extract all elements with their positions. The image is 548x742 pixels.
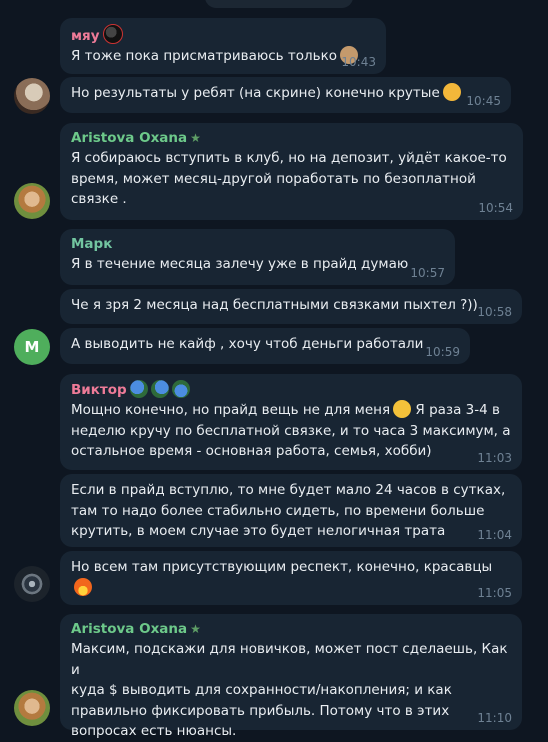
sender-name[interactable]: Aristova Oxana ★	[71, 129, 512, 147]
message-bubble[interactable]: Виктор Мощно конечно, но прайд вещь не д…	[60, 374, 522, 470]
message-bubble[interactable]: Aristova Oxana ★ Максим, подскажи для нов…	[60, 614, 522, 739]
message-time: 10:59	[425, 345, 460, 359]
avatar[interactable]: M	[14, 329, 50, 365]
message-time: 11:10	[477, 711, 512, 725]
sender-name[interactable]: мяу	[71, 24, 375, 45]
message-bubble[interactable]: Но результаты у ребят (на скрине) конечн…	[60, 77, 511, 113]
star-badge-icon: ★	[190, 131, 201, 145]
sender-name[interactable]: Виктор	[71, 380, 511, 399]
message-time: 11:03	[477, 451, 512, 465]
message-bubble[interactable]: Aristova Oxana ★ Я собираюсь вступить в к…	[60, 123, 523, 220]
fire-icon	[74, 577, 92, 596]
message-text: Но всем там присутствующим респект, коне…	[71, 559, 493, 575]
globe-icon	[129, 380, 148, 398]
avatar[interactable]	[14, 183, 50, 219]
smiling-face-with-hearts-icon	[442, 83, 461, 101]
message-bubble[interactable]: Но всем там присутствующим респект, коне…	[60, 551, 522, 605]
message-bubble[interactable]: Марк Я в течение месяца залечу уже в пра…	[60, 229, 455, 285]
bowling-ball-icon	[102, 24, 123, 44]
message-text: Я в течение месяца залечу уже в прайд ду…	[71, 256, 409, 272]
message-bubble[interactable]: Если в прайд вступлю, то мне будет мало …	[60, 474, 522, 547]
date-pill	[205, 0, 353, 8]
message-text: Че я зря 2 месяца над бесплатными связка…	[71, 297, 478, 313]
message-text: Если в прайд вступлю, то мне будет мало …	[71, 482, 506, 539]
message-text: Но результаты у ребят (на скрине) конечн…	[71, 85, 440, 101]
message-text: Я собираюсь вступить в клуб, но на депоз…	[71, 150, 507, 207]
message-bubble[interactable]: Че я зря 2 месяца над бесплатными связка…	[60, 289, 522, 324]
message-text: Я тоже пока присматриваюсь только	[71, 48, 337, 64]
globe-icon	[150, 380, 169, 398]
star-badge-icon: ★	[190, 622, 201, 636]
sender-name[interactable]: Марк	[71, 235, 444, 253]
avatar[interactable]	[14, 566, 50, 602]
message-text: Максим, подскажи для новичков, может пос…	[71, 641, 508, 739]
sender-name[interactable]: Aristova Oxana ★	[71, 620, 511, 638]
message-time: 10:57	[410, 266, 445, 280]
message-bubble[interactable]: мяу Я тоже пока присматриваюсь только 10…	[60, 18, 386, 74]
message-text: Мощно конечно, но прайд вещь не для меня	[71, 402, 391, 418]
grinning-face-icon	[393, 400, 412, 418]
message-time: 10:54	[478, 201, 513, 215]
avatar[interactable]	[14, 78, 50, 114]
message-text: А выводить не кайф , хочу чтоб деньги ра…	[71, 336, 424, 352]
message-time: 11:04	[477, 528, 512, 542]
globe-icon	[171, 380, 190, 398]
message-time: 11:05	[477, 586, 512, 600]
message-time: 10:45	[466, 94, 501, 108]
avatar[interactable]	[14, 690, 50, 726]
message-bubble[interactable]: А выводить не кайф , хочу чтоб деньги ра…	[60, 328, 470, 364]
message-time: 10:43	[341, 55, 376, 69]
message-time: 10:58	[477, 305, 512, 319]
